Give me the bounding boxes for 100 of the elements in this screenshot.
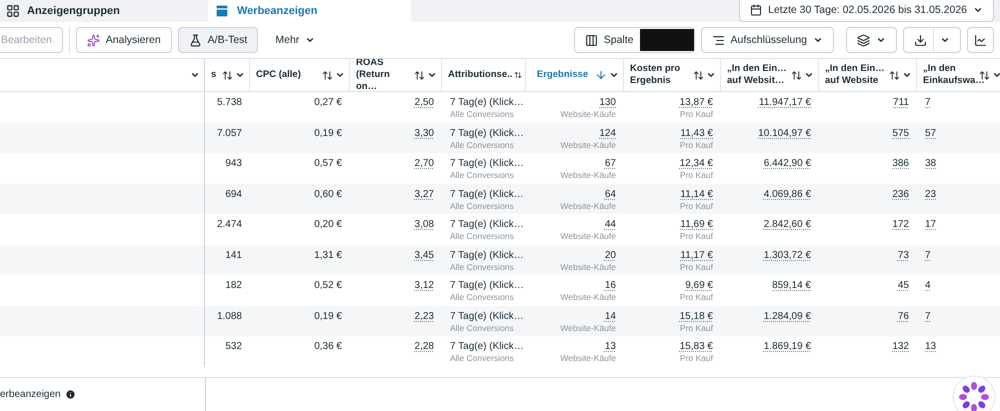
cell-note: Website-Käufe (560, 322, 616, 334)
table-cell[interactable]: 2,70 (414, 157, 434, 170)
table-cell[interactable]: 16 (604, 279, 616, 292)
table-cell: 5.738 (216, 96, 242, 109)
cell-note: Website-Käufe (560, 231, 616, 242)
column-header[interactable]: „In den Ein… auf Website (819, 59, 917, 91)
table-cell[interactable]: 45 (898, 279, 909, 292)
table-cell[interactable]: 9,69 € (685, 279, 713, 292)
table-cell[interactable]: 2.842,60 € (764, 218, 811, 231)
table-cell[interactable]: 124 (599, 126, 616, 140)
table-cell: 7 Tag(e) (Klick… (450, 96, 524, 109)
table-cell[interactable]: 4.069,86 € (764, 188, 811, 200)
table-cell[interactable]: 7 (925, 248, 931, 262)
table-cell[interactable]: 3,08 (414, 218, 434, 231)
table-cell[interactable]: 11.947,17 € (758, 96, 811, 109)
table-cell[interactable]: 1.869,19 € (764, 340, 811, 353)
table-cell: 0,57 € (314, 157, 342, 170)
table-cell[interactable]: 12,34 € (680, 157, 713, 170)
tab[interactable]: Anzeigengruppen (0, 0, 208, 22)
table-cell[interactable]: 3,45 (414, 248, 434, 262)
table-cell[interactable]: 2,23 (414, 310, 434, 322)
table-cell: 0,19 € (314, 126, 342, 140)
table-cell: 7 Tag(e) (Klick… (450, 310, 524, 322)
table-cell[interactable]: 38 (925, 157, 936, 170)
cell-note: Alle Conversions (450, 262, 514, 273)
table-cell[interactable]: 13,87 € (680, 96, 713, 109)
table-cell[interactable]: 386 (892, 157, 909, 170)
table-cell[interactable]: 859,14 € (772, 279, 811, 292)
table-cell[interactable]: 11,69 € (680, 218, 713, 231)
date-range-button[interactable]: Letzte 30 Tage: 02.05.2026 bis 31.05.2026 (739, 0, 994, 22)
table-cell[interactable]: 64 (604, 188, 616, 200)
table-cell[interactable]: 172 (892, 218, 909, 231)
table-cell[interactable]: 73 (898, 248, 909, 262)
cell-note: Alle Conversions (450, 140, 514, 151)
table-cell[interactable]: 3,30 (414, 126, 434, 140)
cell-note: Pro Kauf (680, 262, 713, 273)
table-cell[interactable]: 2,28 (414, 340, 434, 353)
table-cell: 7.057 (216, 126, 242, 140)
columns-button[interactable]: Spalte (574, 27, 695, 53)
table-cell[interactable]: 20 (604, 248, 616, 262)
cell-note: Pro Kauf (680, 140, 713, 151)
column-header[interactable]: „In den Einkaufswa… (917, 59, 1000, 91)
table-cell[interactable]: 575 (892, 126, 909, 140)
table-cell: 0,27 € (314, 96, 342, 109)
table-cell[interactable]: 44 (604, 218, 616, 231)
table-cell: 0,19 € (314, 310, 342, 322)
table-cell: 694 (225, 188, 242, 200)
column-header[interactable]: „In den Ein… auf Websit… (721, 59, 819, 91)
table-cell[interactable]: 57 (925, 126, 936, 140)
breakdown-button[interactable]: Aufschlüsselung (700, 27, 834, 53)
column-header[interactable]: Ergebnisse (526, 59, 624, 91)
table-cell[interactable]: 13 (925, 340, 936, 353)
table-cell[interactable]: 130 (599, 96, 616, 109)
column-header[interactable]: CPC (alle) (250, 59, 350, 91)
table-cell: 7 Tag(e) (Klick… (450, 126, 524, 140)
cell-note: Website-Käufe (560, 353, 616, 364)
table-cell[interactable]: 17 (925, 218, 936, 231)
footer-label: erbeanzeigen (0, 389, 61, 400)
cell-note: Pro Kauf (680, 231, 713, 242)
table-cell[interactable]: 23 (925, 188, 936, 200)
column-header[interactable]: Attributionse.. (442, 59, 526, 91)
table-cell: 1.088 (216, 310, 242, 322)
cell-note: Pro Kauf (680, 292, 713, 304)
table-cell[interactable]: 3,27 (414, 188, 434, 200)
toolbar-button[interactable]: A/B-Test (178, 27, 258, 53)
table-cell[interactable]: 14 (604, 310, 616, 322)
table-cell[interactable]: 10.104,97 € (758, 126, 811, 140)
cell-note: Alle Conversions (450, 231, 514, 242)
table-cell[interactable]: 11,17 € (680, 248, 713, 262)
table-cell[interactable]: 7 (925, 96, 931, 109)
table-cell[interactable]: 132 (892, 340, 909, 353)
table-cell[interactable]: 11,43 € (680, 126, 713, 140)
table-cell[interactable]: 67 (604, 157, 616, 170)
table-cell[interactable]: 76 (898, 310, 909, 322)
table-cell[interactable]: 1.303,72 € (764, 248, 811, 262)
table-cell[interactable]: 2,50 (414, 96, 434, 109)
table-cell[interactable]: 15,83 € (680, 340, 713, 353)
cell-note: Alle Conversions (450, 292, 514, 304)
table-cell[interactable]: 1.284,09 € (764, 310, 811, 322)
table-cell[interactable]: 6.442,90 € (764, 157, 811, 170)
table-cell[interactable]: 7 (925, 310, 931, 322)
table-cell[interactable]: 15,18 € (680, 310, 713, 322)
table-cell: 7 Tag(e) (Klick… (450, 188, 524, 200)
table-cell[interactable]: 13 (604, 340, 616, 353)
column-header[interactable]: s (205, 59, 250, 91)
cell-note: Pro Kauf (680, 322, 713, 334)
table-cell: 7 Tag(e) (Klick… (450, 248, 524, 262)
cell-note: Alle Conversions (450, 109, 514, 120)
table-cell[interactable]: 4 (925, 279, 931, 292)
table-cell[interactable]: 236 (892, 188, 909, 200)
toolbar-button[interactable]: Analysieren (76, 27, 172, 53)
column-header[interactable]: Kosten pro Ergebnis (624, 59, 721, 91)
table-cell: 7 Tag(e) (Klick… (450, 279, 524, 292)
cell-note: Website-Käufe (560, 109, 616, 120)
table-cell[interactable]: 11,14 € (680, 188, 713, 200)
tab[interactable]: Werbeanzeigen (208, 0, 411, 22)
table-cell: 532 (225, 340, 242, 353)
table-cell: 0,20 € (314, 218, 342, 231)
table-cell[interactable]: 711 (893, 96, 909, 109)
table-cell[interactable]: 3,12 (414, 279, 434, 292)
